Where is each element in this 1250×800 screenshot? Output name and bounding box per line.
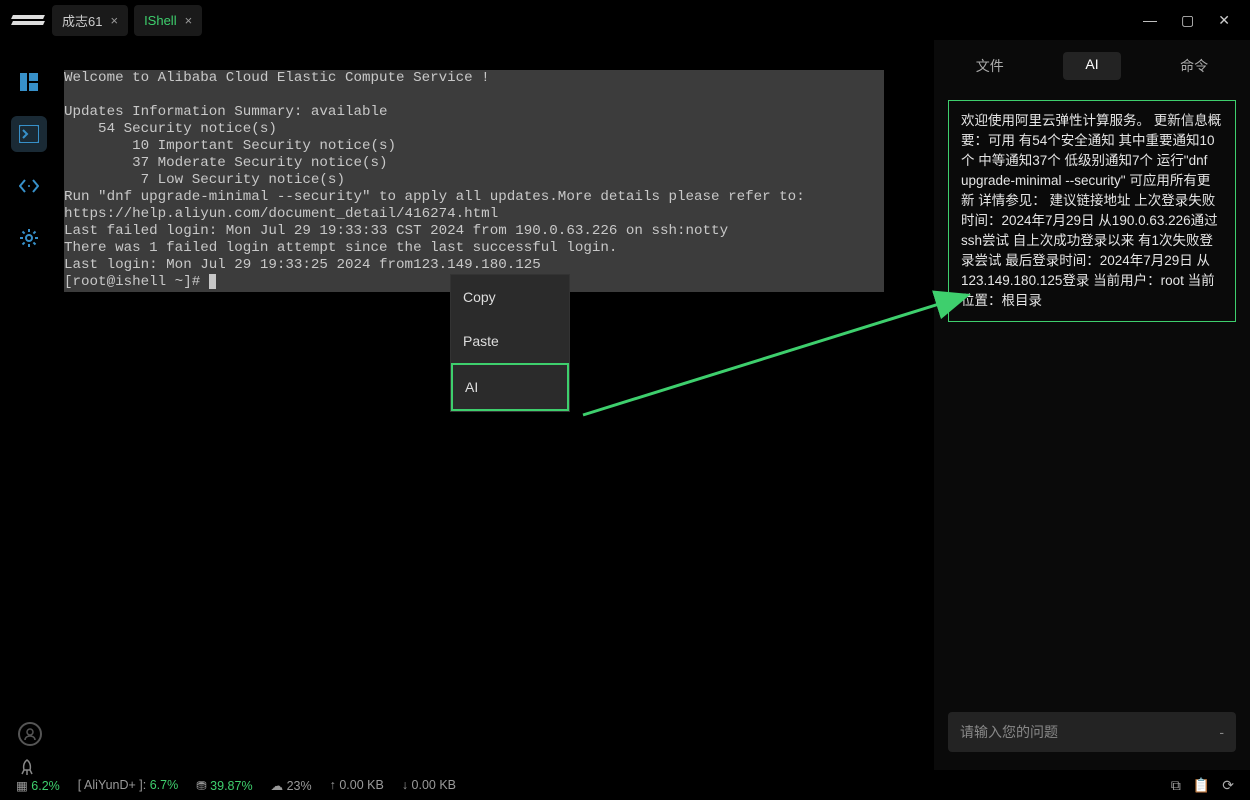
titlebar: 成志61 × IShell × ― ▢ ✕ [0,0,1250,40]
terminal-icon[interactable] [11,116,47,152]
close-window-icon[interactable]: ✕ [1218,12,1230,29]
ai-response-card: 欢迎使用阿里云弹性计算服务。 更新信息概要：可用 有54个安全通知 其中重要通知… [948,100,1236,322]
tab-label: IShell [144,13,177,28]
close-icon[interactable]: × [110,13,118,28]
rocket-icon[interactable] [18,759,36,782]
annotation-arrow [573,285,983,425]
tab-ai[interactable]: AI [1063,52,1120,80]
minimize-icon[interactable]: ― [1143,12,1157,29]
maximize-icon[interactable]: ▢ [1181,12,1194,29]
refresh-icon[interactable]: ⟳ [1222,777,1234,794]
aliyun-stat: [ AliYunD+ ]: 6.7% [78,778,178,792]
context-copy[interactable]: Copy [451,275,569,319]
paste-icon[interactable]: 📋 [1193,777,1210,794]
code-icon[interactable] [11,168,47,204]
tab-file[interactable]: 文件 [954,52,1026,80]
terminal-output: Welcome to Alibaba Cloud Elastic Compute… [64,70,928,291]
sidebar [0,40,58,770]
right-panel-tabs: 文件 AI 命令 [934,40,1250,90]
copy-icon[interactable]: ⧉ [1171,777,1181,794]
statusbar: ▦ 6.2% [ AliYunD+ ]: 6.7% ⛃ 39.87% ☁ 23%… [0,770,1250,800]
layout-icon[interactable] [11,64,47,100]
tab-item[interactable]: 成志61 × [52,5,128,36]
ai-input-dash: - [1219,724,1224,740]
disk-stat: ⛃ 39.87% [196,778,252,793]
tab-bar: 成志61 × IShell × [52,5,202,36]
tab-cmd[interactable]: 命令 [1158,52,1230,80]
gear-icon[interactable] [11,220,47,256]
user-avatar-icon[interactable] [18,722,42,746]
download-stat: ↓ 0.00 KB [402,778,456,792]
context-paste[interactable]: Paste [451,319,569,363]
right-panel: 文件 AI 命令 欢迎使用阿里云弹性计算服务。 更新信息概要：可用 有54个安全… [934,40,1250,770]
context-menu: Copy Paste AI [450,274,570,412]
tab-item[interactable]: IShell × [134,5,202,36]
close-icon[interactable]: × [185,13,193,28]
ai-input-placeholder: 请输入您的问题 [960,722,1058,742]
upload-stat: ↑ 0.00 KB [330,778,384,792]
ai-input[interactable]: 请输入您的问题 - [948,712,1236,752]
window-controls: ― ▢ ✕ [1129,12,1244,29]
context-ai[interactable]: AI [451,363,569,411]
tab-label: 成志61 [62,11,102,30]
app-logo [12,11,44,29]
terminal-area[interactable]: Welcome to Alibaba Cloud Elastic Compute… [58,40,934,770]
cloud-stat: ☁ 23% [271,778,312,793]
